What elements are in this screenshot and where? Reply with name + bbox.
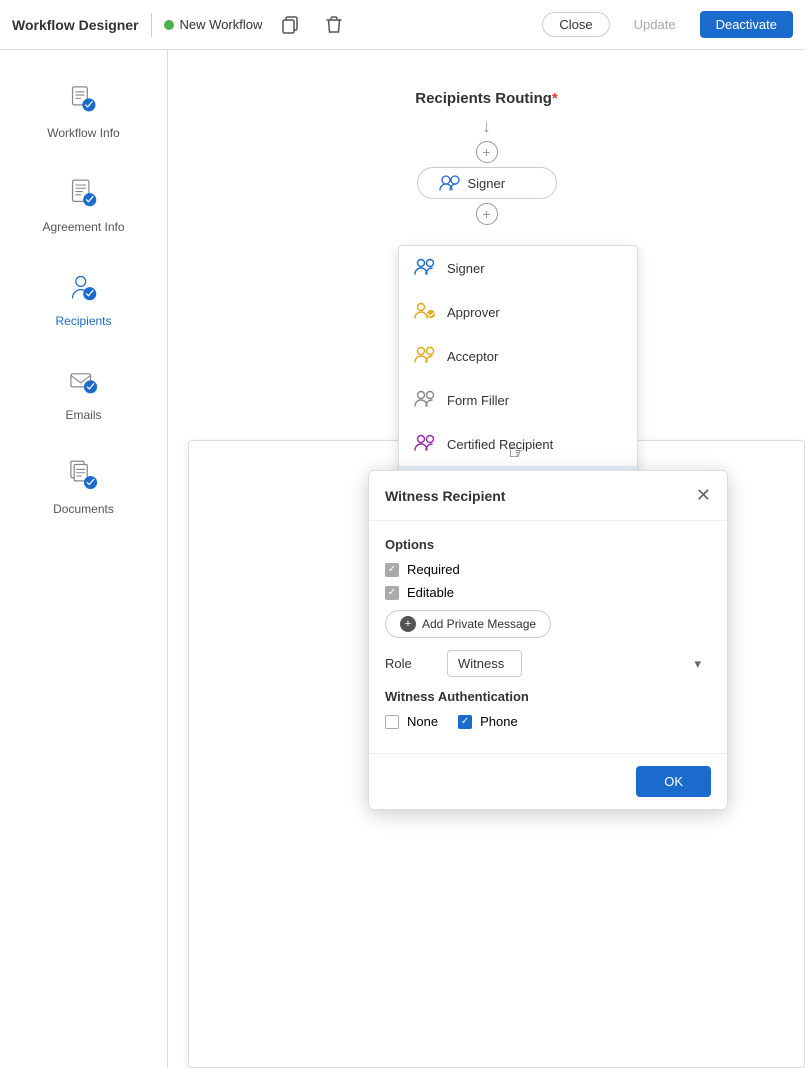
dialog-header: Witness Recipient ✕ [369,471,727,521]
arrow-bg: ↓ [482,117,491,135]
workflow-info-icon-container [62,78,106,122]
divider [151,13,152,37]
role-select[interactable]: Witness Signer Approver [447,650,522,677]
auth-options-row: None Phone [385,714,711,737]
sidebar: Workflow Info Agreement Info [0,50,168,1068]
sidebar-item-recipients[interactable]: Recipients [0,254,167,340]
signer-node-bg[interactable]: Signer [417,167,557,199]
editable-checkbox[interactable] [385,586,399,600]
dropdown-item-signer[interactable]: Signer [399,246,637,290]
dialog-footer: OK [369,753,727,809]
routing-title-bg: Recipients Routing* [415,90,558,107]
required-star-bg: * [552,90,558,107]
phone-auth-row: Phone [458,714,518,729]
workflow-name: New Workflow [180,17,263,32]
dropdown-item-acceptor[interactable]: Acceptor [399,334,637,378]
signer-node-bg-label: Signer [468,176,506,191]
update-button[interactable]: Update [622,13,688,36]
sidebar-item-emails[interactable]: Emails [0,348,167,434]
delete-button[interactable] [318,9,350,41]
phone-checkbox[interactable] [458,715,472,729]
sidebar-item-workflow-info-label: Workflow Info [47,126,119,140]
role-row: Role Witness Signer Approver [385,650,711,677]
options-title: Options [385,537,711,552]
flow-container-bg: ↓ + Signer + [417,115,557,229]
witness-recipient-dialog: Witness Recipient ✕ Options Required Edi… [368,470,728,810]
top-bar: Workflow Designer New Workflow Close Upd… [0,0,805,50]
role-select-wrapper: Witness Signer Approver [447,650,711,677]
dialog-close-button[interactable]: ✕ [696,485,711,506]
none-checkbox[interactable] [385,715,399,729]
content-area: Recipients Routing* ↓ + Signer + [168,50,805,1068]
dialog-title: Witness Recipient [385,488,505,504]
plus-icon: + [400,616,416,632]
editable-checkbox-row: Editable [385,585,711,600]
dialog-body: Options Required Editable + Add Private … [369,521,727,753]
app-title: Workflow Designer [12,17,139,33]
required-checkbox[interactable] [385,563,399,577]
add-btn-bg[interactable]: + [476,141,498,163]
workflow-badge: New Workflow [164,17,263,32]
sidebar-item-recipients-label: Recipients [55,314,111,328]
sidebar-item-workflow-info[interactable]: Workflow Info [0,66,167,152]
status-dot [164,20,174,30]
sidebar-item-documents[interactable]: Documents [0,442,167,528]
witness-auth-title: Witness Authentication [385,689,711,704]
sidebar-item-emails-label: Emails [65,408,101,422]
deactivate-button[interactable]: Deactivate [700,11,793,38]
none-label: None [407,714,438,729]
dropdown-item-certified-recipient[interactable]: Certified Recipient [399,422,637,466]
phone-label: Phone [480,714,518,729]
sidebar-item-documents-label: Documents [53,502,114,516]
documents-icon-container [62,454,106,498]
add-btn-bg-2[interactable]: + [476,203,498,225]
sidebar-item-agreement-info[interactable]: Agreement Info [0,160,167,246]
dropdown-item-form-filler[interactable]: Form Filler [399,378,637,422]
editable-label: Editable [407,585,454,600]
role-label: Role [385,656,435,671]
emails-icon-container [62,360,106,404]
copy-button[interactable] [274,9,306,41]
add-private-message-button[interactable]: + Add Private Message [385,610,551,638]
main-layout: Workflow Info Agreement Info [0,50,805,1068]
agreement-info-icon-container [62,172,106,216]
ok-button[interactable]: OK [636,766,711,797]
none-auth-row: None [385,714,438,729]
sidebar-item-agreement-info-label: Agreement Info [42,220,124,234]
required-checkbox-row: Required [385,562,711,577]
required-label: Required [407,562,460,577]
recipients-icon-container [62,266,106,310]
add-private-message-label: Add Private Message [422,617,536,631]
close-button[interactable]: Close [542,12,609,37]
dropdown-item-approver[interactable]: Approver [399,290,637,334]
